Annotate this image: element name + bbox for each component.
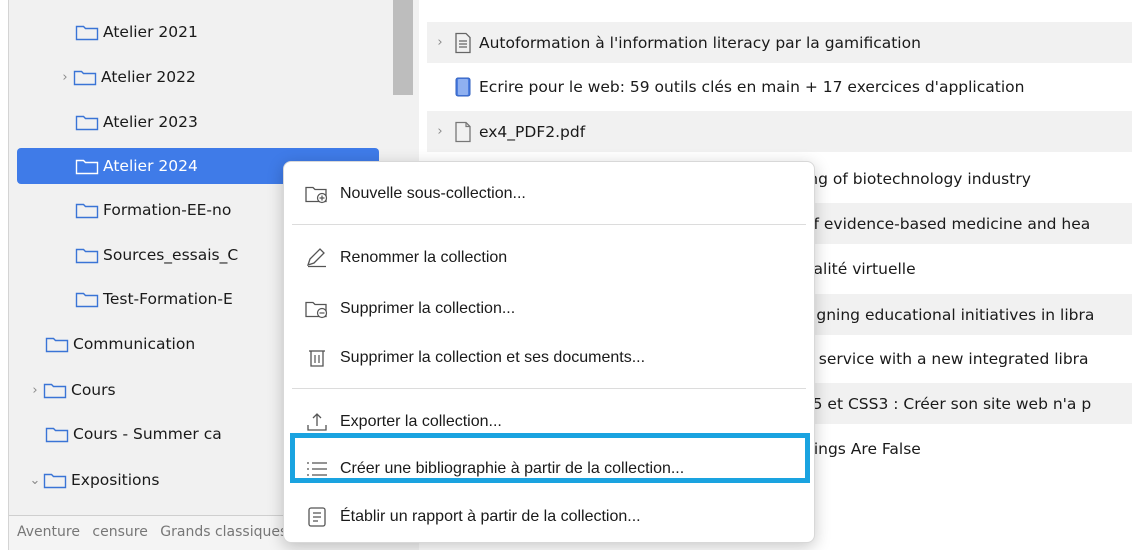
item-title: n service with a new integrated libra <box>804 349 1089 368</box>
collection-communication[interactable]: Communication <box>45 326 195 362</box>
folder-icon <box>75 292 99 308</box>
app-window: Atelier 2021 › Atelier 2022 Atelier 2023… <box>8 0 1132 550</box>
collection-expositions[interactable]: ⌄ Expositions <box>30 462 160 498</box>
chevron-right-icon[interactable]: › <box>427 35 453 50</box>
item-title: ing of biotechnology industry <box>804 169 1031 188</box>
folder-icon <box>75 25 99 41</box>
menu-item-label: Exporter la collection... <box>340 413 502 430</box>
chevron-right-icon[interactable]: › <box>57 70 73 85</box>
menu-item-label: Établir un rapport à partir de la collec… <box>340 508 641 525</box>
pencil-icon <box>306 248 326 268</box>
item-title: of evidence-based medicine and hea <box>804 214 1091 233</box>
folder-icon <box>75 115 99 131</box>
collection-context-menu: Nouvelle sous-collection... Renommer la … <box>283 161 815 543</box>
item-row[interactable]: › Autoformation à l'information literacy… <box>427 22 1132 63</box>
collection-label: Formation-EE-no <box>103 201 232 219</box>
new-folder-icon <box>305 186 328 204</box>
item-row[interactable]: › ex4_PDF2.pdf <box>427 111 1132 152</box>
chevron-right-icon[interactable]: › <box>27 383 43 398</box>
menu-separator <box>292 224 806 225</box>
collection-label: Test-Formation-E <box>103 290 233 308</box>
folder-icon <box>45 427 69 443</box>
collection-label: Atelier 2022 <box>101 68 196 86</box>
collection-label: Atelier 2024 <box>103 157 198 175</box>
collection-label: Communication <box>73 335 196 353</box>
collection-label: Expositions <box>71 471 160 489</box>
folder-icon <box>43 473 67 489</box>
menu-item-rename[interactable]: Renommer la collection <box>284 240 814 276</box>
delete-folder-icon <box>305 301 328 319</box>
collection-label: Cours - Summer ca <box>73 425 222 443</box>
folder-icon <box>43 383 67 399</box>
menu-item-new-subcollection[interactable]: Nouvelle sous-collection... <box>284 176 814 212</box>
collection-cours[interactable]: › Cours <box>32 372 116 408</box>
menu-item-generate-report[interactable]: Établir un rapport à partir de la collec… <box>284 499 814 535</box>
folder-icon <box>75 203 99 219</box>
trash-icon <box>309 350 325 367</box>
folder-icon <box>73 70 97 86</box>
menu-item-label: Supprimer la collection... <box>340 300 516 317</box>
note-document-icon <box>455 32 471 53</box>
folder-icon <box>75 248 99 264</box>
collection-label: Atelier 2021 <box>103 23 198 41</box>
item-title: éalité virtuelle <box>804 259 916 278</box>
menu-item-delete[interactable]: Supprimer la collection... <box>284 291 814 327</box>
tag-item[interactable]: censure <box>92 524 147 540</box>
collection-label: Sources_essais_C <box>103 246 239 264</box>
menu-item-create-bibliography[interactable]: Créer une bibliographie à partir de la c… <box>284 451 814 487</box>
collection-formation-ee[interactable]: Formation-EE-no <box>75 192 231 228</box>
menu-item-label: Nouvelle sous-collection... <box>340 185 526 202</box>
item-title: signing educational initiatives in libra <box>804 305 1095 324</box>
collection-label: Atelier 2023 <box>103 113 198 131</box>
menu-item-delete-with-items[interactable]: Supprimer la collection et ses documents… <box>284 340 814 376</box>
export-icon <box>307 413 327 431</box>
bibliography-list-icon <box>307 462 327 476</box>
item-title: Autoformation à l'information literacy p… <box>479 33 921 52</box>
menu-separator <box>292 388 806 389</box>
collection-label: Cours <box>71 381 116 399</box>
collection-sources-essais[interactable]: Sources_essais_C <box>75 237 238 273</box>
item-title: dings Are False <box>804 439 921 458</box>
chevron-right-icon[interactable]: › <box>427 124 453 139</box>
book-icon <box>455 77 471 96</box>
item-title: L5 et CSS3 : Créer son site web n'a p <box>804 394 1092 413</box>
collection-atelier-2021[interactable]: Atelier 2021 <box>75 14 198 50</box>
menu-item-label: Créer une bibliographie à partir de la c… <box>340 460 685 477</box>
folder-icon <box>75 159 99 175</box>
folder-icon <box>45 337 69 353</box>
report-icon <box>308 507 326 527</box>
collection-test-formation[interactable]: Test-Formation-E <box>75 281 233 317</box>
item-title: ex4_PDF2.pdf <box>479 122 586 141</box>
collection-cours-summer[interactable]: Cours - Summer ca <box>45 416 222 452</box>
menu-item-label: Supprimer la collection et ses documents… <box>340 349 646 366</box>
chevron-down-icon[interactable]: ⌄ <box>27 473 43 488</box>
menu-item-export[interactable]: Exporter la collection... <box>284 404 814 440</box>
menu-item-label: Renommer la collection <box>340 249 508 266</box>
collections-scrollbar[interactable] <box>393 0 413 95</box>
item-title: Ecrire pour le web: 59 outils clés en ma… <box>479 77 1025 96</box>
document-icon <box>455 121 471 142</box>
tag-item[interactable]: Aventure <box>17 524 80 540</box>
item-row[interactable]: Ecrire pour le web: 59 outils clés en ma… <box>427 66 1132 107</box>
collection-atelier-2022[interactable]: › Atelier 2022 <box>62 59 196 95</box>
collection-atelier-2023[interactable]: Atelier 2023 <box>75 104 198 140</box>
